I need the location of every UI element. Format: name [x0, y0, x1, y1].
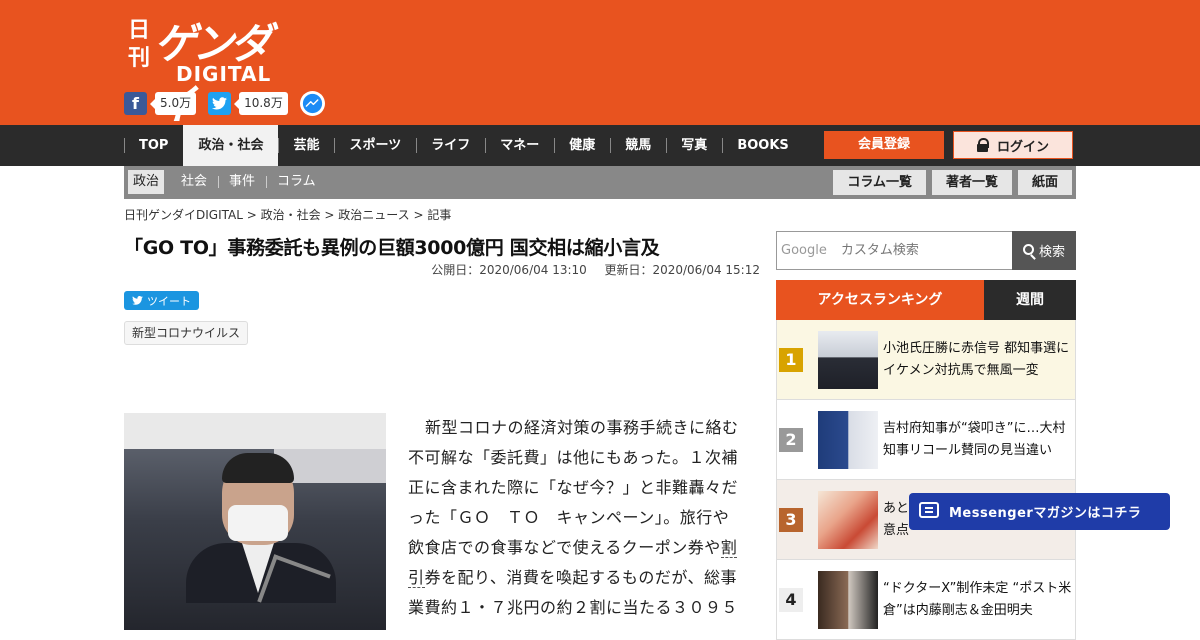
article-photo — [124, 413, 386, 630]
column-list-button[interactable]: コラム一覧 — [833, 170, 926, 195]
search-icon — [1022, 243, 1034, 255]
login-label: ログイン — [996, 139, 1049, 155]
twitter-bird-icon — [132, 296, 143, 305]
search-placeholder: カスタム検索 — [840, 243, 919, 258]
rank-number: 2 — [779, 428, 803, 452]
subnav-politics[interactable]: 政治 — [128, 170, 165, 194]
messenger-icon[interactable] — [299, 90, 325, 116]
subnav-society[interactable]: 社会 — [170, 170, 218, 194]
share-bar: f 5.0万 10.8万 — [124, 90, 325, 116]
ranking-thumbnail — [818, 491, 878, 549]
logo-sub: DIGITAL — [176, 62, 272, 86]
nav-sports[interactable]: スポーツ — [334, 125, 416, 166]
author-list-button[interactable]: 著者一覧 — [931, 170, 1012, 195]
ranking-title: 吉村府知事が“袋叩き”に…大村知事リコール賛同の見当違い — [883, 421, 1066, 458]
body-line: 不可解な「委託費」は他にもあった。１次補 — [408, 448, 739, 467]
body-line: 新型コロナの経済対策の事務手続きに絡む — [425, 418, 739, 437]
ranking-item[interactable]: 2 吉村府知事が“袋叩き”に…大村知事リコール賛同の見当違い — [776, 400, 1076, 480]
register-button[interactable]: 会員登録 — [824, 131, 944, 159]
underlined-term[interactable]: 割 — [720, 538, 738, 558]
sub-nav: 政治 社会 事件 コラム コラム一覧 著者一覧 紙面 — [124, 166, 1076, 199]
subnav-column[interactable]: コラム — [266, 170, 327, 194]
ranking-thumbnail — [818, 331, 878, 389]
facebook-icon[interactable]: f — [124, 91, 147, 115]
ranking-title: “ドクターX”制作未定 “ポスト米倉”は内藤剛志＆金田明夫 — [883, 581, 1072, 618]
messenger-magazine-button[interactable]: Messengerマガジンはコチラ — [909, 493, 1170, 530]
search-button[interactable]: 検索 — [1012, 231, 1076, 270]
breadcrumb[interactable]: 日刊ゲンダイDIGITAL > 政治・社会 > 政治ニュース > 記事 — [124, 206, 451, 223]
subnav-incidents[interactable]: 事件 — [218, 170, 266, 194]
login-button[interactable]: ログイン — [953, 131, 1073, 159]
body-line: 業費約１・７兆円の約２割に当たる３０９５ — [408, 598, 739, 617]
site-logo[interactable]: 日刊 ゲンダイ DIGITAL — [124, 10, 304, 129]
body-line: 引券を配り、消費を喚起するものだが、総事 — [408, 568, 738, 588]
article-title: 「GO TO」事務委託も異例の巨額3000億円 国交相は縮小言及 — [124, 237, 660, 259]
twitter-icon[interactable] — [208, 91, 232, 115]
search-input[interactable]: Google カスタム検索 — [776, 231, 1013, 270]
ranking-item[interactable]: 1 小池氏圧勝に赤信号 都知事選にイケメン対抗馬で無風一変 — [776, 320, 1076, 400]
published-date: 公開日：2020/06/04 13:10 — [431, 263, 587, 277]
facebook-count: 5.0万 — [149, 91, 197, 115]
google-label: Google — [781, 243, 827, 258]
ranking-list: 1 小池氏圧勝に赤信号 都知事選にイケメン対抗馬で無風一変 2 吉村府知事が“袋… — [776, 320, 1076, 640]
nav-photos[interactable]: 写真 — [666, 125, 722, 166]
tweet-button[interactable]: ツイート — [124, 291, 199, 310]
body-line: 正に含まれた際に「なぜ今？」と非難轟々だ — [408, 478, 739, 497]
body-line: った「ＧＯ ＴＯ キャンペーン」。旅行や — [408, 508, 730, 527]
updated-date: 更新日：2020/06/04 15:12 — [604, 263, 760, 277]
ranking-thumbnail — [818, 571, 878, 629]
rank-number: 1 — [779, 348, 803, 372]
ranking-item[interactable]: 4 “ドクターX”制作未定 “ポスト米倉”は内藤剛志＆金田明夫 — [776, 560, 1076, 640]
logo-kanji: 日刊 — [128, 17, 151, 71]
rank-number: 3 — [779, 508, 803, 532]
tab-weekly[interactable]: 週間 — [984, 280, 1076, 320]
nav-politics-society[interactable]: 政治・社会 — [183, 125, 279, 166]
nav-books[interactable]: BOOKS — [722, 125, 803, 166]
body-line: 飲食店での食事などで使えるクーポン券や割 — [408, 538, 738, 558]
topic-tag[interactable]: 新型コロナウイルス — [124, 321, 249, 345]
nav-horse-racing[interactable]: 競馬 — [610, 125, 666, 166]
twitter-count: 10.8万 — [234, 91, 288, 115]
nav-money[interactable]: マネー — [485, 125, 554, 166]
site-header: 日刊 ゲンダイ DIGITAL f 5.0万 10.8万 — [0, 0, 1200, 129]
tab-access-ranking[interactable]: アクセスランキング — [776, 280, 984, 320]
article-body: 新型コロナの経済対策の事務手続きに絡む 不可解な「委託費」は他にもあった。１次補… — [408, 413, 748, 623]
search-button-label: 検索 — [1038, 245, 1065, 260]
rank-number: 4 — [779, 588, 803, 612]
nav-top[interactable]: TOP — [124, 125, 183, 166]
site-search: Google カスタム検索 検索 — [776, 231, 1076, 270]
messenger-label: Messengerマガジンはコチラ — [949, 506, 1142, 521]
ranking-tabs: アクセスランキング 週間 — [776, 280, 1076, 320]
underlined-term[interactable]: 引 — [408, 568, 425, 588]
tweet-label: ツイート — [147, 294, 191, 308]
lock-icon — [976, 138, 989, 152]
paper-button[interactable]: 紙面 — [1017, 170, 1072, 195]
article-dates: 公開日：2020/06/04 13:10 更新日：2020/06/04 15:1… — [431, 261, 760, 278]
ranking-title: 小池氏圧勝に赤信号 都知事選にイケメン対抗馬で無風一変 — [883, 341, 1070, 378]
nav-health[interactable]: 健康 — [554, 125, 610, 166]
ranking-thumbnail — [818, 411, 878, 469]
nav-entertainment[interactable]: 芸能 — [278, 125, 334, 166]
nav-life[interactable]: ライフ — [416, 125, 485, 166]
chat-icon — [919, 502, 939, 518]
